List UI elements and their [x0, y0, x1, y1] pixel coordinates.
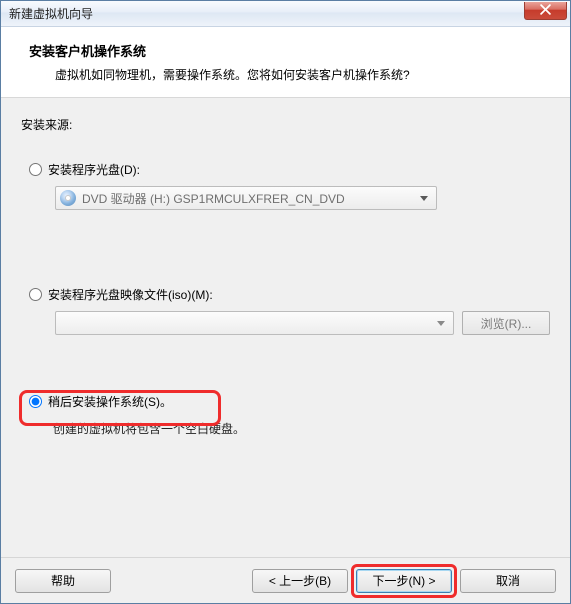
- later-hint: 创建的虚拟机将包含一个空白硬盘。: [53, 420, 550, 437]
- chevron-down-icon: [433, 312, 449, 334]
- next-button[interactable]: 下一步(N) >: [356, 569, 452, 593]
- wizard-window: 新建虚拟机向导 安装客户机操作系统 虚拟机如同物理机，需要操作系统。您将如何安装…: [0, 0, 571, 604]
- header-subtitle: 虚拟机如同物理机，需要操作系统。您将如何安装客户机操作系统?: [55, 66, 548, 83]
- radio-later-label: 稍后安装操作系统(S)。: [48, 393, 172, 410]
- back-button[interactable]: < 上一步(B): [252, 569, 348, 593]
- chevron-down-icon: [416, 187, 432, 209]
- iso-group: 安装程序光盘映像文件(iso)(M): 浏览(R)...: [21, 286, 550, 335]
- install-source-label: 安装来源:: [21, 116, 550, 133]
- radio-later[interactable]: [29, 395, 42, 408]
- titlebar: 新建虚拟机向导: [1, 1, 570, 27]
- radio-option-iso[interactable]: 安装程序光盘映像文件(iso)(M):: [29, 286, 550, 303]
- disc-drive-text: DVD 驱动器 (H:) GSP1RMCULXFRER_CN_DVD: [82, 190, 416, 207]
- radio-option-disc[interactable]: 安装程序光盘(D):: [29, 161, 550, 178]
- iso-path-select[interactable]: [55, 311, 454, 335]
- header-title: 安装客户机操作系统: [29, 41, 548, 60]
- disc-drive-select[interactable]: DVD 驱动器 (H:) GSP1RMCULXFRER_CN_DVD: [55, 186, 437, 210]
- wizard-body: 安装来源: 安装程序光盘(D): DVD 驱动器 (H:) GSP1RMCULX…: [1, 98, 570, 557]
- later-group: 稍后安装操作系统(S)。 创建的虚拟机将包含一个空白硬盘。: [21, 393, 550, 437]
- radio-disc-label: 安装程序光盘(D):: [48, 161, 140, 178]
- wizard-footer: 帮助 < 上一步(B) 下一步(N) > 取消: [1, 557, 570, 603]
- cancel-button[interactable]: 取消: [460, 569, 556, 593]
- close-icon: [540, 4, 551, 18]
- radio-iso[interactable]: [29, 288, 42, 301]
- close-button[interactable]: [524, 2, 567, 20]
- radio-option-later[interactable]: 稍后安装操作系统(S)。: [29, 393, 550, 410]
- window-title: 新建虚拟机向导: [9, 5, 93, 22]
- help-button[interactable]: 帮助: [15, 569, 111, 593]
- browse-button[interactable]: 浏览(R)...: [462, 311, 550, 335]
- disc-icon: [60, 190, 76, 206]
- radio-disc[interactable]: [29, 163, 42, 176]
- radio-iso-label: 安装程序光盘映像文件(iso)(M):: [48, 286, 213, 303]
- wizard-header: 安装客户机操作系统 虚拟机如同物理机，需要操作系统。您将如何安装客户机操作系统?: [1, 27, 570, 98]
